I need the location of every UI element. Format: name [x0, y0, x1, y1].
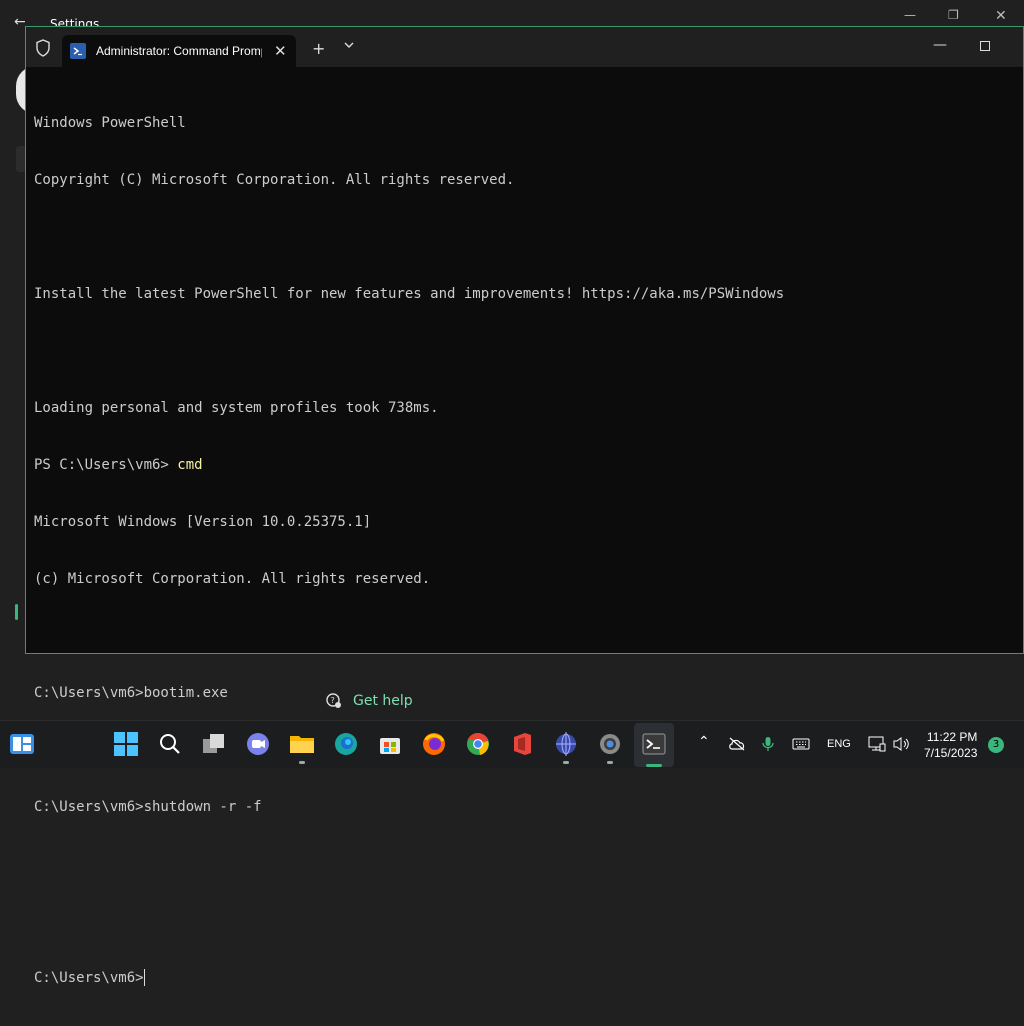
tab-close-icon[interactable]: ✕ [274, 42, 287, 60]
widgets-icon[interactable] [9, 731, 35, 757]
microphone-icon[interactable] [762, 736, 774, 752]
file-explorer-icon[interactable] [289, 731, 315, 764]
text-cursor [143, 969, 145, 986]
notification-count-badge[interactable]: 3 [988, 737, 1004, 753]
console-line: Copyright (C) Microsoft Corporation. All… [34, 172, 515, 188]
taskbar: ⌃ ENG 11:22 PM 7/15/2023 3 [0, 720, 1024, 768]
task-view-icon[interactable] [201, 731, 227, 757]
settings-gear-icon[interactable] [597, 731, 623, 764]
console-output[interactable]: Windows PowerShell Copyright (C) Microso… [34, 76, 784, 1026]
bg-restore-icon[interactable]: ❐ [948, 8, 959, 22]
minimize-icon[interactable]: — [933, 37, 947, 53]
cloud-offline-icon[interactable] [728, 737, 746, 751]
tab-title: Administrator: Command Prompt [96, 44, 262, 58]
bg-close-icon[interactable]: ✕ [995, 8, 1007, 24]
nav-accent-indicator [15, 604, 18, 620]
terminal-window: Administrator: Command Prompt ✕ + — Wind… [25, 26, 1024, 986]
console-line: C:\Users\vm6>bootim.exe [34, 685, 228, 701]
console-line: (c) Microsoft Corporation. All rights re… [34, 571, 431, 587]
office-icon[interactable] [509, 731, 535, 757]
back-arrow-icon[interactable]: ← [14, 14, 26, 30]
shield-icon [36, 39, 50, 57]
running-indicator [563, 761, 569, 764]
console-line: PS C:\Users\vm6> cmd [34, 457, 203, 473]
network-globe-icon[interactable] [553, 731, 579, 764]
teams-chat-icon[interactable] [245, 731, 271, 757]
console-line: Windows PowerShell [34, 115, 186, 131]
new-tab-plus-icon[interactable]: + [312, 39, 325, 58]
chrome-icon[interactable] [465, 731, 491, 757]
terminal-tab-bar: Administrator: Command Prompt ✕ + — [26, 27, 1023, 67]
microsoft-store-icon[interactable] [377, 731, 403, 757]
console-line: ​ [34, 342, 784, 361]
language-indicator[interactable]: ENG [827, 738, 851, 750]
console-line: Install the latest PowerShell for new fe… [34, 286, 785, 302]
chevron-down-icon[interactable] [344, 41, 354, 49]
console-line: ​ [34, 855, 784, 874]
clock-time: 11:22 PM [926, 730, 978, 744]
console-line: ​ [34, 627, 784, 646]
clock[interactable]: 11:22 PM 7/15/2023 [924, 729, 977, 761]
console-line: Loading personal and system profiles too… [34, 400, 439, 416]
console-line: ​ [34, 228, 784, 247]
clock-date: 7/15/2023 [924, 746, 978, 760]
console-prompt-line: C:\Users\vm6> [34, 969, 145, 986]
maximize-icon[interactable] [980, 41, 990, 51]
running-indicator [607, 761, 613, 764]
active-app-indicator [646, 764, 662, 767]
tab-administrator-command-prompt[interactable]: Administrator: Command Prompt ✕ [62, 35, 296, 67]
edge-browser-icon[interactable] [333, 731, 359, 757]
running-indicator [299, 761, 305, 764]
network-icon[interactable] [868, 736, 886, 752]
bg-minimize-icon[interactable]: — [904, 8, 916, 22]
windows-start-icon[interactable] [113, 731, 139, 757]
powershell-icon [70, 43, 86, 59]
search-icon[interactable] [157, 731, 183, 757]
show-hidden-icons-chevron-icon[interactable]: ⌃ [698, 733, 710, 750]
console-line: Microsoft Windows [Version 10.0.25375.1] [34, 514, 372, 530]
terminal-icon[interactable] [641, 731, 667, 757]
firefox-icon[interactable] [421, 731, 447, 757]
keyboard-icon[interactable] [792, 738, 810, 750]
console-line: C:\Users\vm6>shutdown -r -f [34, 799, 262, 815]
volume-icon[interactable] [892, 736, 910, 752]
